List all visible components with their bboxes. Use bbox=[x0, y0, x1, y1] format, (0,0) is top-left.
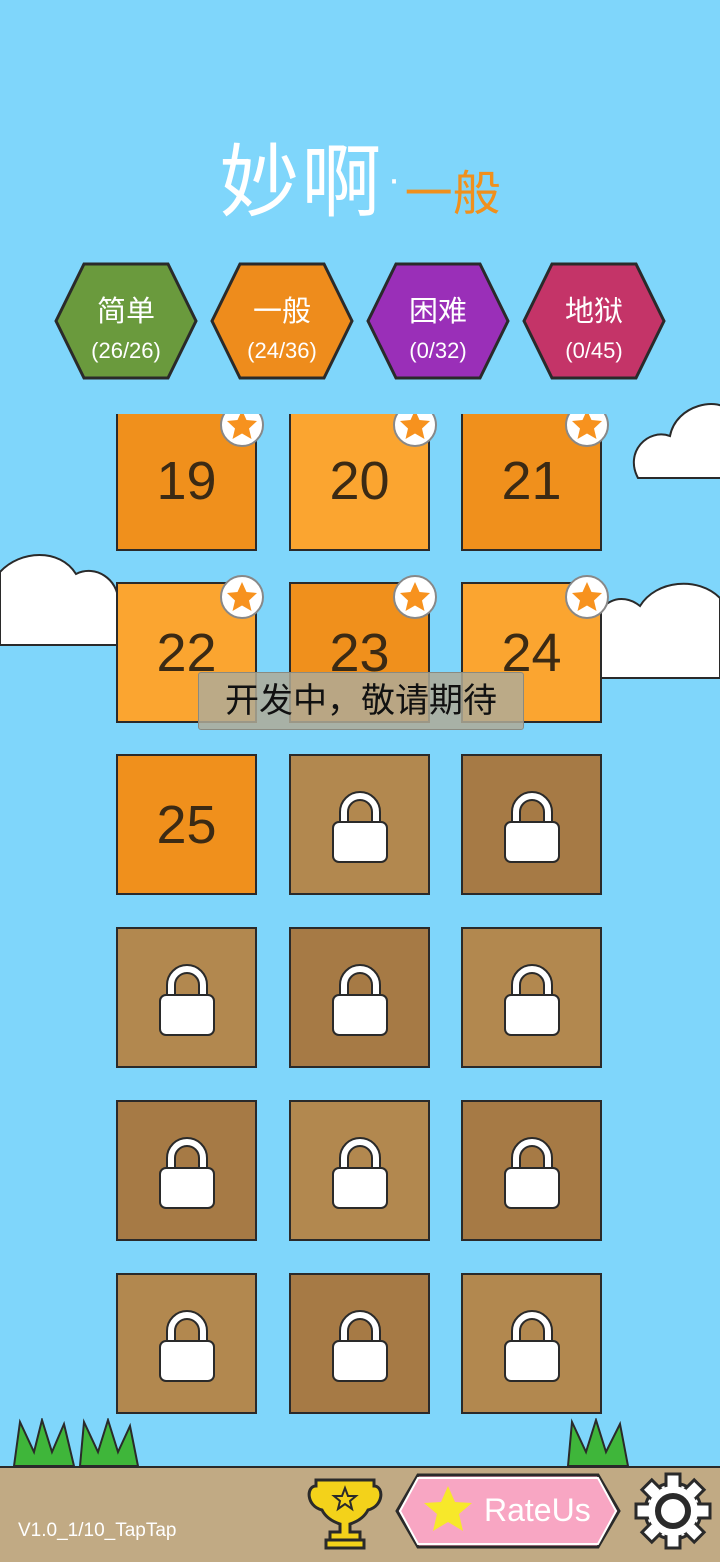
locked-level-tile[interactable] bbox=[461, 1100, 602, 1241]
lock-icon bbox=[332, 1310, 388, 1382]
difficulty-hard-button[interactable]: 困难 (0/32) bbox=[366, 262, 510, 380]
level-number: 21 bbox=[501, 451, 562, 511]
lock-icon bbox=[332, 791, 388, 863]
difficulty-progress: (26/26) bbox=[91, 338, 161, 363]
level-tile[interactable]: 20 bbox=[289, 414, 437, 551]
star-icon bbox=[220, 575, 264, 619]
difficulty-name: 困难 bbox=[408, 294, 467, 328]
gear-icon[interactable] bbox=[634, 1472, 712, 1550]
game-title: 妙啊 bbox=[219, 136, 384, 229]
difficulty-name: 一般 bbox=[252, 294, 311, 328]
version-label: V1.0_1/10_TapTap bbox=[18, 1520, 177, 1541]
difficulty-progress: (0/45) bbox=[565, 338, 623, 363]
star-icon bbox=[220, 414, 264, 447]
difficulty-subtitle: 一般 bbox=[404, 166, 501, 222]
star-icon bbox=[393, 575, 437, 619]
grass-decoration bbox=[566, 1418, 630, 1467]
difficulty-name: 地狱 bbox=[564, 294, 623, 328]
level-grid: 19 20 21 22 23 24 25 bbox=[0, 414, 720, 1424]
lock-icon bbox=[332, 964, 388, 1036]
locked-level-tile[interactable] bbox=[289, 754, 430, 895]
locked-level-tile[interactable] bbox=[461, 1273, 602, 1414]
difficulty-name: 简单 bbox=[96, 294, 155, 328]
lock-icon bbox=[504, 964, 560, 1036]
locked-level-tile[interactable] bbox=[289, 1100, 430, 1241]
lock-icon bbox=[159, 1310, 215, 1382]
toast-message: 开发中，敬请期待 bbox=[198, 672, 524, 730]
locked-level-tile[interactable] bbox=[116, 1100, 257, 1241]
difficulty-normal-button[interactable]: 一般 (24/36) bbox=[210, 262, 354, 380]
trophy-icon[interactable] bbox=[306, 1472, 384, 1552]
lock-icon bbox=[159, 1137, 215, 1209]
level-number: 25 bbox=[156, 795, 217, 855]
level-tile[interactable]: 19 bbox=[116, 414, 264, 551]
difficulty-progress: (0/32) bbox=[409, 338, 467, 363]
lock-icon bbox=[159, 964, 215, 1036]
difficulty-progress: (24/36) bbox=[247, 338, 317, 363]
star-icon bbox=[393, 414, 437, 447]
lock-icon bbox=[504, 1137, 560, 1209]
star-icon bbox=[565, 575, 609, 619]
level-number: 20 bbox=[329, 451, 390, 511]
difficulty-easy-button[interactable]: 简单 (26/26) bbox=[54, 262, 198, 380]
difficulty-hell-button[interactable]: 地狱 (0/45) bbox=[522, 262, 666, 380]
level-tile[interactable]: 25 bbox=[116, 754, 257, 895]
star-icon bbox=[565, 414, 609, 447]
title-separator: · bbox=[387, 157, 401, 201]
page-title: 妙啊 ·一般 bbox=[0, 118, 720, 229]
locked-level-tile[interactable] bbox=[289, 927, 430, 1068]
rate-us-label: RateUs bbox=[484, 1492, 591, 1528]
level-tile[interactable]: 21 bbox=[461, 414, 609, 551]
locked-level-tile[interactable] bbox=[461, 754, 602, 895]
grass-decoration bbox=[12, 1418, 140, 1467]
locked-level-tile[interactable] bbox=[461, 927, 602, 1068]
lock-icon bbox=[504, 791, 560, 863]
lock-icon bbox=[504, 1310, 560, 1382]
level-number: 19 bbox=[156, 451, 217, 511]
lock-icon bbox=[332, 1137, 388, 1209]
rate-us-button[interactable]: RateUs bbox=[394, 1472, 622, 1550]
locked-level-tile[interactable] bbox=[289, 1273, 430, 1414]
locked-level-tile[interactable] bbox=[116, 927, 257, 1068]
locked-level-tile[interactable] bbox=[116, 1273, 257, 1414]
